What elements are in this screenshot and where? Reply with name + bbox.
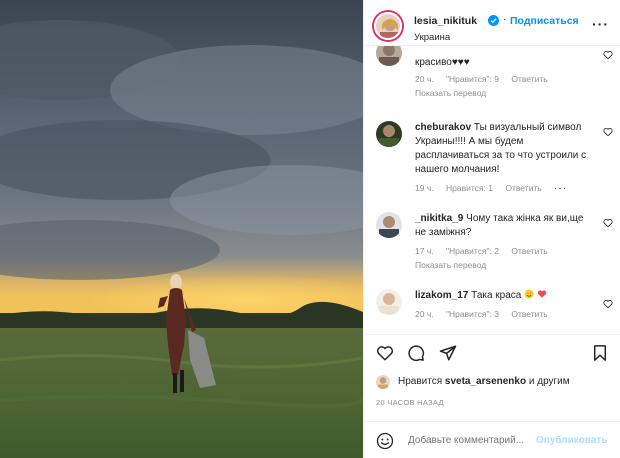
follow-button[interactable]: Подписаться: [510, 15, 579, 27]
comment-translate[interactable]: Показать перевод: [415, 88, 486, 98]
red-heart-emoji-icon: [537, 290, 547, 298]
comment-text: Така краса: [471, 290, 522, 301]
more-options-icon[interactable]: ···: [592, 16, 609, 32]
comment-likes[interactable]: "Нравится": 2: [446, 246, 499, 256]
comment-time[interactable]: 19 ч.: [415, 183, 434, 193]
comment-meta: 17 ч. "Нравится": 2 Ответить: [415, 246, 558, 256]
comment-translate[interactable]: Показать перевод: [415, 260, 486, 270]
comment-item: lizakom_17 Така краса 20 ч. "Нравится": …: [364, 289, 620, 329]
comment-time[interactable]: 17 ч.: [415, 246, 434, 256]
comment-reply[interactable]: Ответить: [505, 183, 541, 193]
bookmark-icon[interactable]: [591, 344, 609, 362]
comment-body: lizakom_17 Така краса: [415, 289, 595, 303]
verified-icon: [488, 15, 499, 26]
comment-likes[interactable]: "Нравится": 3: [446, 309, 499, 319]
comment-meta: 19 ч. Нравится: 1 Ответить ···: [415, 183, 577, 194]
comment-avatar[interactable]: [376, 289, 402, 315]
comment-body: cheburakov Ты визуальный символ Украины!…: [415, 121, 595, 177]
comment-reply[interactable]: Ответить: [511, 74, 547, 84]
comment-like-icon[interactable]: [603, 299, 613, 309]
post-header: lesia_nikituk · Подписаться Украина ···: [364, 0, 620, 46]
likes-text: Нравится sveta_arsenenko и другим: [398, 376, 570, 387]
comment-item: красиво♥♥♥ 20 ч. "Нравится": 9 Ответить …: [364, 46, 620, 100]
post-side-panel: lesia_nikituk · Подписаться Украина ··· …: [363, 0, 620, 458]
publish-button[interactable]: Опубликовать: [536, 435, 607, 446]
comment-icon[interactable]: [407, 344, 425, 362]
comment-reply[interactable]: Ответить: [511, 309, 547, 319]
comment-avatar[interactable]: [376, 46, 402, 66]
post-photo-image: [0, 0, 363, 458]
comment-like-icon[interactable]: [603, 218, 613, 228]
comment-avatar[interactable]: [376, 121, 402, 147]
comment-meta: 20 ч. "Нравится": 3 Ответить: [415, 309, 558, 319]
comment-like-icon[interactable]: [603, 127, 613, 137]
smile-icon[interactable]: [376, 432, 394, 450]
comment-time[interactable]: 20 ч.: [415, 74, 434, 84]
post-actions-bar: [364, 334, 620, 368]
share-icon[interactable]: [439, 344, 457, 362]
likes-prefix: Нравится: [398, 376, 443, 387]
author-avatar[interactable]: [374, 12, 402, 40]
comment-item: _nikitka_9 Чому така жінка як ви,ще не з…: [364, 212, 620, 272]
comment-likes[interactable]: "Нравится": 9: [446, 74, 499, 84]
post-location[interactable]: Украина: [414, 32, 450, 43]
comment-likes[interactable]: Нравится: 1: [446, 183, 493, 193]
comment-more-icon[interactable]: ···: [554, 183, 567, 194]
comment-text: красиво♥♥♥: [415, 57, 470, 68]
comment-username[interactable]: cheburakov: [415, 122, 471, 133]
post-photo[interactable]: [0, 0, 363, 458]
heart-eyes-emoji-icon: [524, 289, 534, 299]
liker-avatar[interactable]: [376, 375, 390, 389]
add-comment-bar: Опубликовать: [364, 421, 620, 458]
comment-meta: 20 ч. "Нравится": 9 Ответить: [415, 74, 558, 84]
author-username[interactable]: lesia_nikituk: [414, 15, 477, 27]
post-timestamp[interactable]: 20 ЧАСОВ НАЗАД: [376, 398, 444, 407]
comment-like-icon[interactable]: [603, 50, 613, 60]
comment-input[interactable]: [408, 435, 538, 446]
comment-reply[interactable]: Ответить: [511, 246, 547, 256]
likes-suffix[interactable]: и другим: [529, 376, 570, 387]
comment-username[interactable]: lizakom_17: [415, 290, 468, 301]
heart-icon[interactable]: [376, 344, 394, 362]
separator-dot: ·: [503, 14, 507, 25]
comment-body: _nikitka_9 Чому така жінка як ви,ще не з…: [415, 212, 595, 240]
comment-avatar[interactable]: [376, 212, 402, 238]
comment-time[interactable]: 20 ч.: [415, 309, 434, 319]
comment-username[interactable]: _nikitka_9: [415, 213, 463, 224]
likes-user[interactable]: sveta_arsenenko: [445, 376, 526, 387]
comment-item: cheburakov Ты визуальный символ Украины!…: [364, 121, 620, 201]
comments-list[interactable]: красиво♥♥♥ 20 ч. "Нравится": 9 Ответить …: [364, 46, 620, 334]
